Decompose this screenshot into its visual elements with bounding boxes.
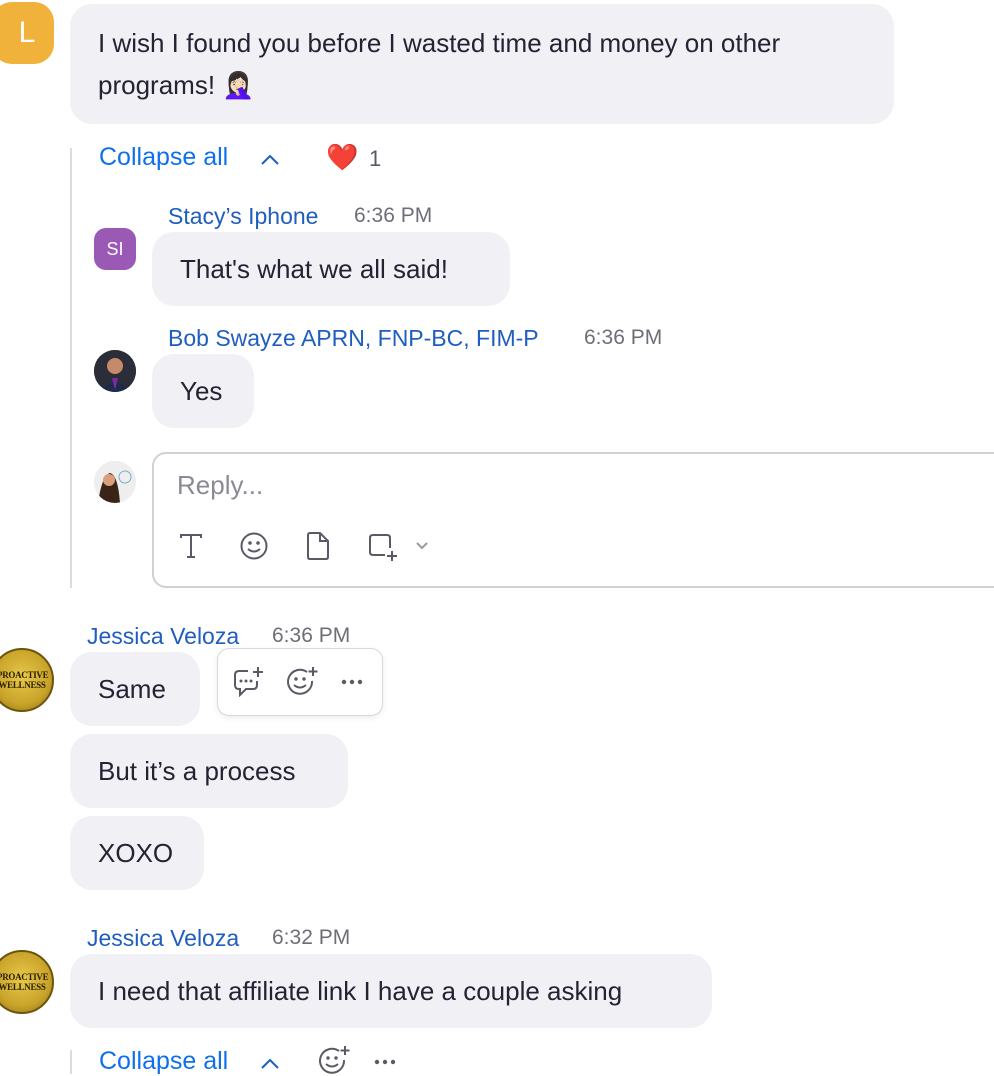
badge-text: PROACTIVE WELLNESS — [0, 972, 49, 992]
reply-box[interactable] — [152, 452, 994, 588]
heart-icon: ❤️ — [326, 142, 359, 172]
message-bubble[interactable]: That's what we all said! — [152, 232, 510, 306]
add-reaction-icon[interactable] — [316, 1044, 352, 1076]
reaction-count: 1 — [369, 146, 382, 171]
file-icon[interactable] — [302, 530, 334, 562]
avatar-initials: SI — [106, 238, 124, 259]
message-bubble[interactable]: Same — [70, 652, 200, 726]
sender-name[interactable]: Jessica Veloza — [87, 925, 239, 952]
emoji-icon[interactable] — [238, 530, 270, 562]
sender-name[interactable]: Bob Swayze APRN, FNP-BC, FIM-P — [168, 325, 539, 352]
message-text: Yes — [180, 376, 223, 406]
collapse-all-button[interactable]: Collapse all — [99, 143, 228, 172]
format-text-icon[interactable] — [176, 530, 206, 562]
message-text: XOXO — [98, 838, 174, 868]
avatar-current-user — [94, 461, 136, 503]
reply-thread-icon[interactable] — [230, 664, 266, 698]
reply-input[interactable]: Reply... — [177, 470, 263, 501]
more-options-icon[interactable] — [337, 672, 367, 692]
message-text: That's what we all said! — [180, 254, 448, 284]
thread-line — [70, 148, 72, 588]
sender-name[interactable]: Jessica Veloza — [87, 623, 239, 650]
message-bubble[interactable]: But it’s a process — [70, 734, 348, 808]
message-time: 6:36 PM — [272, 624, 351, 647]
message-text: I need that affiliate link I have a coup… — [98, 976, 623, 1006]
message-bubble[interactable]: XOXO — [70, 816, 204, 890]
thread-line — [70, 1050, 72, 1074]
message-text: Same — [98, 674, 166, 704]
message-bubble[interactable]: I wish I found you before I wasted time … — [70, 4, 894, 124]
avatar-letter: L — [18, 16, 36, 49]
message-bubble[interactable]: Yes — [152, 354, 254, 428]
badge-text: PROACTIVE WELLNESS — [0, 670, 49, 690]
avatar-bob[interactable] — [94, 350, 136, 392]
chevron-down-icon[interactable] — [412, 538, 432, 554]
collapse-all-button[interactable]: Collapse all — [99, 1047, 228, 1076]
message-text: But it’s a process — [98, 756, 296, 786]
avatar-l[interactable]: L — [0, 2, 54, 64]
message-time: 6:36 PM — [354, 204, 433, 227]
avatar-jessica[interactable]: PROACTIVE WELLNESS — [0, 950, 54, 1014]
reaction-heart[interactable]: ❤️ — [326, 142, 358, 173]
screenshot-icon[interactable] — [364, 528, 400, 564]
message-time: 6:36 PM — [584, 326, 663, 349]
sender-name[interactable]: Stacy’s Iphone — [168, 203, 318, 230]
chevron-up-icon[interactable] — [258, 1052, 282, 1076]
add-reaction-icon[interactable] — [284, 664, 320, 698]
avatar-jessica[interactable]: PROACTIVE WELLNESS — [0, 648, 54, 712]
message-bubble[interactable]: I need that affiliate link I have a coup… — [70, 954, 712, 1028]
message-text: I wish I found you before I wasted time … — [98, 28, 781, 100]
message-time: 6:32 PM — [272, 926, 351, 949]
more-options-icon[interactable] — [370, 1054, 400, 1070]
chevron-up-icon[interactable] — [258, 148, 282, 172]
avatar-si[interactable]: SI — [94, 228, 136, 270]
